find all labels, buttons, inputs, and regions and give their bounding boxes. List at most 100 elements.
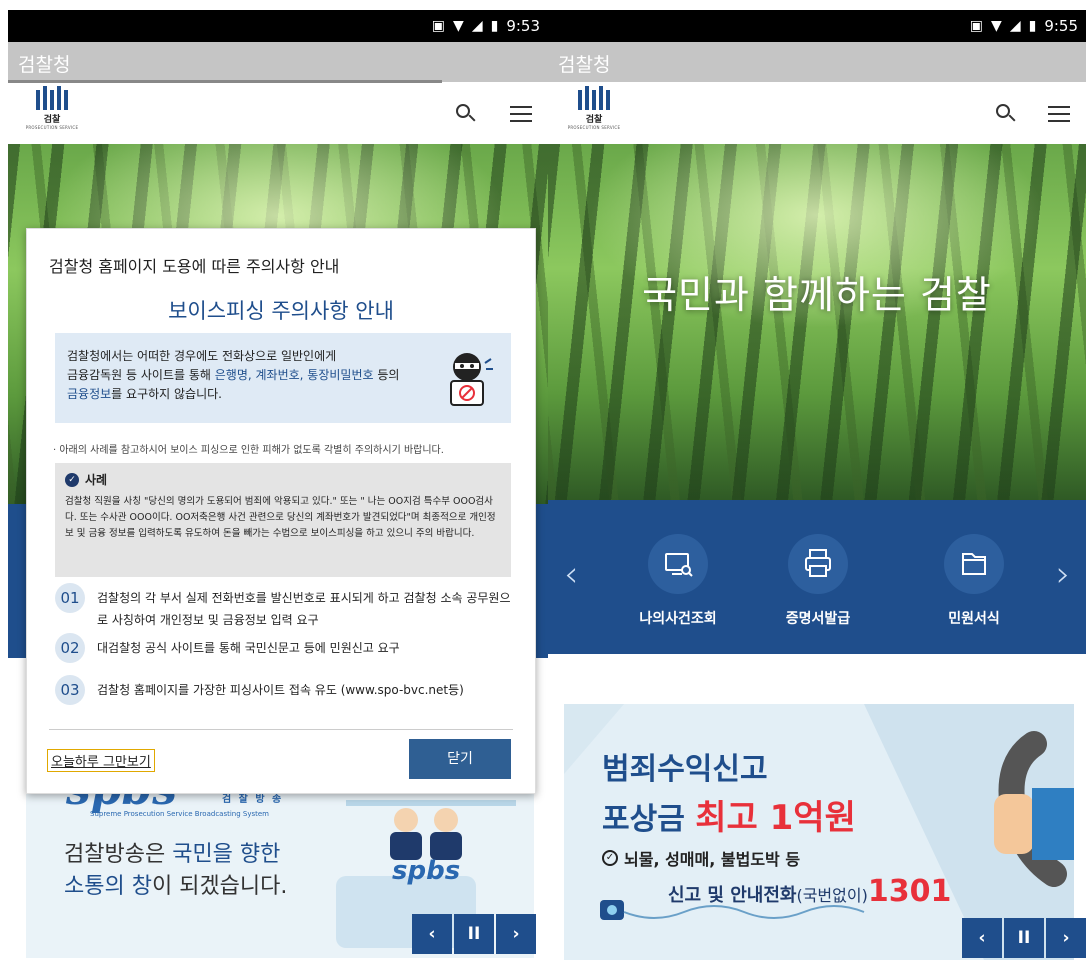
status-bar: ▣ ▼ ◢ ▮ 9:55 [548,10,1086,42]
banner-line4-c: 1301 [867,874,952,909]
banner-next-button[interactable]: › [1046,918,1086,958]
case-box: ✓ 사례 검찰청 직원을 사칭 "당신의 명의가 도용되어 범죄에 악용되고 있다… [55,463,511,577]
logo-subtext: PROSECUTION SERVICE [25,125,79,130]
site-logo[interactable]: 검찰 PROSECUTION SERVICE [24,86,80,140]
status-bar: ▣ ▼ ◢ ▮ 9:53 [8,10,548,42]
monitor-search-icon [648,534,708,594]
banner-next-button[interactable]: › [496,914,536,954]
banner-line3-text: 뇌물, 성매매, 불법도박 등 [624,850,801,869]
logo-subtext: PROSECUTION SERVICE [567,125,621,130]
warning-line3: 금융정보를 요구하지 않습니다. [67,385,499,404]
desk-logo: spbs [392,856,461,886]
check-circle-icon: ✓ [602,850,618,866]
banner-line2: 소통의 창이 되겠습니다. [64,868,287,900]
case-body: 검찰청 직원을 사칭 "당신의 명의가 도용되어 범죄에 악용되고 있다." 또… [65,496,496,539]
search-icon[interactable] [992,100,1020,128]
menu-icon[interactable] [1046,100,1074,128]
folder-icon [944,534,1004,594]
list-item: 02 대검찰청 공식 사이트를 통해 국민신문고 등에 민원신고 요구 [55,633,515,663]
warning-line2: 금융감독원 등 사이트를 통해 은행명, 계좌번호, 통장비밀번호 등의 [67,366,499,385]
case-title-text: 사례 [85,473,108,487]
list-item-text: 대검찰청 공식 사이트를 통해 국민신문고 등에 민원신고 요구 [97,641,400,655]
menu-icon[interactable] [508,100,536,128]
dismiss-today-link[interactable]: 오늘하루 그만보기 [47,749,155,772]
loading-progress-bar [8,80,442,83]
quick-menu-band: ‹ › 나의사건조회 증명서발급 민원서식 [548,500,1086,654]
banner-line2-a: 소통의 창 [64,874,152,899]
status-time: 9:53 [506,17,540,35]
warning-line2-b: 은행명, 계좌번호, 통장비밀번호 [214,368,374,382]
list-item-text: 검찰청의 각 부서 실제 전화번호를 발신번호로 표시되게 하고 검찰청 소속 … [97,591,511,627]
printer-icon [788,534,848,594]
warning-box: 검찰청에서는 어떠한 경우에도 전화상으로 일반인에게 금융감독원 등 사이트를… [55,333,511,423]
warning-line1: 검찰청에서는 어떠한 경우에도 전화상으로 일반인에게 [67,349,337,363]
list-item: 01 검찰청의 각 부서 실제 전화번호를 발신번호로 표시되게 하고 검찰청 … [55,583,515,631]
logo-mark-icon [24,86,80,110]
nfc-icon: ▣ [969,18,984,34]
banner-line1: 검찰방송은 국민을 향한 [64,836,280,868]
signal-icon: ◢ [1009,18,1021,34]
nfc-icon: ▣ [431,18,446,34]
banner-controls: ‹ II › [412,914,536,954]
list-item-number: 03 [55,675,85,705]
battery-icon: ▮ [1028,18,1037,34]
banner-line4-a: 신고 및 안내전화 [668,885,797,906]
list-item: 03 검찰청 홈페이지를 가장한 피싱사이트 접속 유도 (www.spo-bv… [55,675,515,705]
quick-prev-arrow-icon[interactable]: ‹ [564,554,578,595]
banner-line1: 범죄수익신고 [602,752,768,787]
banner-controls: ‹ II › [962,918,1086,958]
quick-item-case-lookup[interactable]: 나의사건조회 [618,534,738,628]
modal-note: · 아래의 사례를 참고하시어 보이스 피싱으로 인한 피해가 없도록 각별히 … [53,445,444,456]
banner-line1-a: 검찰방송은 [64,842,173,867]
logo-mark-icon [566,86,622,110]
modal-title: 검찰청 홈페이지 도용에 따른 주의사항 안내 [49,257,340,276]
banner-pause-button[interactable]: II [454,914,494,954]
banner-pause-button[interactable]: II [1004,918,1044,958]
close-button[interactable]: 닫기 [409,739,511,779]
warning-line3-a: 금융정보 [67,387,112,401]
wifi-icon: ▼ [453,18,464,34]
wifi-icon: ▼ [991,18,1002,34]
logo-text: 검찰 [585,115,603,125]
phishing-thief-icon [450,353,493,406]
left-screen: ▣ ▼ ◢ ▮ 9:53 검찰청 검찰 PROSECUTION SERVICE … [0,0,548,974]
banner-line2-b: 최고 1억원 [695,798,856,838]
list-item-text: 검찰청 홈페이지를 가장한 피싱사이트 접속 유도 (www.spo-bvc.n… [97,683,464,697]
spbs-caption: Supreme Prosecution Service Broadcasting… [90,810,270,818]
case-title: ✓ 사례 [65,471,501,488]
quick-item-label: 민원서식 [948,611,1000,627]
banner-line1-b: 국민을 향한 [172,842,281,867]
banner-line4: 신고 및 안내전화(국번없이)1301 [668,874,951,909]
quick-item-label: 나의사건조회 [639,611,717,627]
banner-prev-button[interactable]: ‹ [962,918,1002,958]
quick-item-certificate[interactable]: 증명서발급 [758,534,878,628]
check-circle-icon: ✓ [65,472,79,487]
banner-line2: 포상금 최고 1억원 [602,790,856,839]
hero-image: 국민과 함께하는 검찰 [548,144,1086,500]
logo-text: 검찰 [43,115,61,125]
quick-next-arrow-icon[interactable]: › [1056,554,1070,595]
list-item-number: 02 [55,633,85,663]
banner-line2-b: 이 되겠습니다. [151,874,288,899]
banner-line3: ✓ 뇌물, 성매매, 불법도박 등 [602,846,800,870]
warning-line2-c: 등의 [373,368,400,382]
banner-prev-button[interactable]: ‹ [412,914,452,954]
page-title: 검찰청 [548,42,1086,82]
site-logo[interactable]: 검찰 PROSECUTION SERVICE [566,86,622,140]
quick-item-label: 증명서발급 [785,611,851,627]
banner-line2-a: 포상금 [602,802,696,837]
quick-item-forms[interactable]: 민원서식 [914,534,1034,628]
warning-line2-a: 금융감독원 등 사이트를 통해 [67,368,215,382]
page-title: 검찰청 [8,42,548,82]
search-icon[interactable] [452,100,480,128]
signal-icon: ◢ [471,18,483,34]
warning-line3-b: 를 요구하지 않습니다. [111,387,222,401]
modal-subtitle: 보이스피싱 주의사항 안내 [168,299,394,323]
site-header: 검찰 PROSECUTION SERVICE [8,84,548,144]
status-time: 9:55 [1044,17,1078,35]
right-screen: ▣ ▼ ◢ ▮ 9:55 검찰청 검찰 PROSECUTION SERVICE … [548,0,1086,974]
banner-line4-b: (국번없이) [796,886,868,905]
modal-divider [49,729,513,730]
site-header: 검찰 PROSECUTION SERVICE [548,84,1086,144]
hero-title: 국민과 함께하는 검찰 [642,273,992,317]
